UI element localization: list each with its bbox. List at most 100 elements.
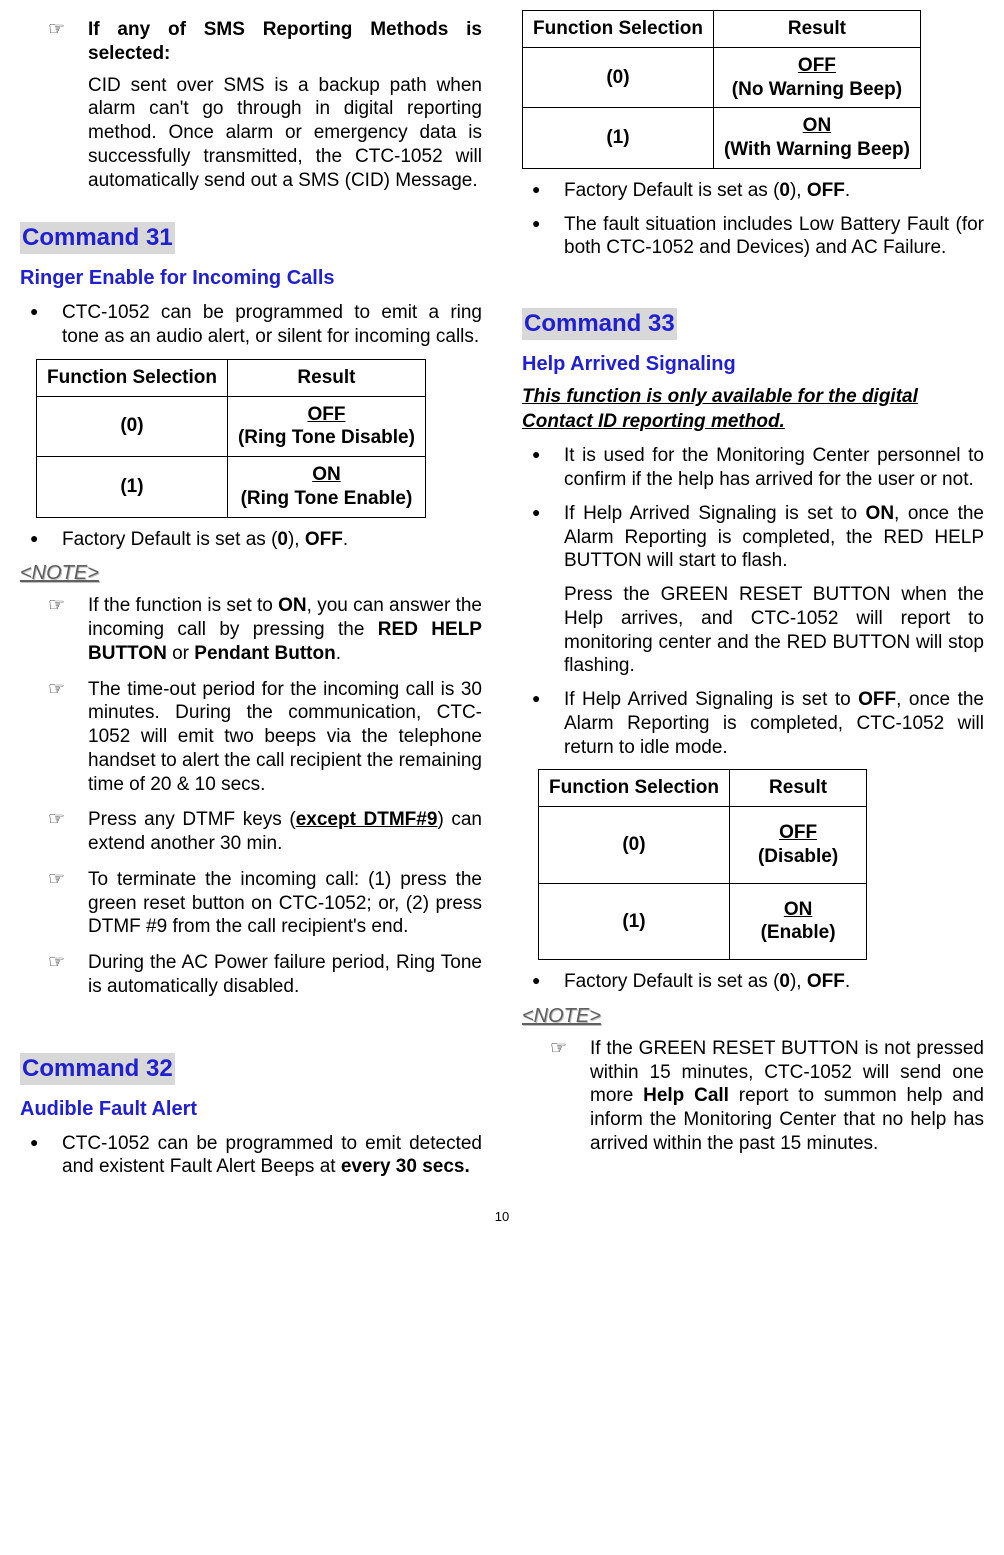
cmd31-note1: ☞ If the function is set to ON, you can … xyxy=(20,594,482,665)
table-cell: (1) xyxy=(37,457,228,518)
cmd31-table: Function Selection Result (0) OFF (Ring … xyxy=(36,359,426,518)
table-cell: ON (Enable) xyxy=(729,883,866,960)
result-sub: (Ring Tone Enable) xyxy=(241,488,413,509)
page-number: 10 xyxy=(20,1209,984,1225)
right-column: Function Selection Result (0) OFF (No Wa… xyxy=(522,10,984,1189)
text: If Help Arrived Signaling is set to xyxy=(564,503,866,524)
result-sub: (No Warning Beep) xyxy=(732,79,902,100)
cmd31-intro-text: CTC-1052 can be programmed to emit a rin… xyxy=(62,302,482,347)
cmd32-table: Function Selection Result (0) OFF (No Wa… xyxy=(522,10,921,169)
pointer-icon: ☞ xyxy=(48,868,65,892)
cmd32-fault: ● The fault situation includes Low Batte… xyxy=(522,213,984,261)
command-33-subheading: Help Arrived Signaling xyxy=(522,352,984,377)
text: To terminate the incoming call: (1) pres… xyxy=(88,869,482,938)
result-sub: (Enable) xyxy=(761,922,836,943)
table-cell: (0) xyxy=(523,47,714,108)
table-cell: (0) xyxy=(37,396,228,457)
cmd31-default: ● Factory Default is set as (0), OFF. xyxy=(20,528,482,552)
pointer-icon: ☞ xyxy=(48,951,65,975)
text: Factory Default is set as ( xyxy=(564,971,779,992)
bullet-icon: ● xyxy=(532,504,540,522)
text: ), xyxy=(288,529,305,550)
left-column: ☞ If any of SMS Reporting Methods is sel… xyxy=(20,10,482,1189)
text: ), xyxy=(790,180,807,201)
text: The time-out period for the incoming cal… xyxy=(88,679,482,795)
bullet-icon: ● xyxy=(532,181,540,199)
table-cell: (1) xyxy=(539,883,730,960)
text: OFF xyxy=(807,180,845,201)
sms-reporting-note: ☞ If any of SMS Reporting Methods is sel… xyxy=(20,18,482,192)
command-32-heading: Command 32 xyxy=(20,1053,175,1085)
table-header: Result xyxy=(227,359,425,396)
text: OFF xyxy=(858,689,896,710)
text: except DTMF#9 xyxy=(296,809,438,830)
result-sub: (Ring Tone Disable) xyxy=(238,427,415,448)
text: every 30 secs. xyxy=(341,1156,470,1177)
pointer-icon: ☞ xyxy=(48,18,65,42)
text: or xyxy=(167,643,194,664)
text: 0 xyxy=(779,180,790,201)
table-cell: OFF (No Warning Beep) xyxy=(713,47,920,108)
note-body: CID sent over SMS is a backup path when … xyxy=(88,74,482,193)
text: ON xyxy=(866,503,895,524)
cmd31-note5: ☞ During the AC Power failure period, Ri… xyxy=(20,951,482,999)
cmd31-note4: ☞ To terminate the incoming call: (1) pr… xyxy=(20,868,482,939)
pointer-icon: ☞ xyxy=(550,1037,567,1061)
cmd32-intro: ● CTC-1052 can be programmed to emit det… xyxy=(20,1132,482,1180)
cmd32-default: ● Factory Default is set as (0), OFF. xyxy=(522,179,984,203)
command-33-heading: Command 33 xyxy=(522,308,677,340)
table-header: Result xyxy=(729,770,866,807)
text: ), xyxy=(790,971,807,992)
note-label: <NOTE> xyxy=(522,1004,984,1029)
text: Pendant Button xyxy=(194,643,335,664)
bullet-icon: ● xyxy=(30,303,38,321)
bullet-icon: ● xyxy=(532,690,540,708)
text: . xyxy=(845,971,850,992)
bullet-icon: ● xyxy=(30,1134,38,1152)
text: Press any DTMF keys ( xyxy=(88,809,296,830)
table-cell: ON (With Warning Beep) xyxy=(713,108,920,169)
text: ON xyxy=(278,595,307,616)
pointer-icon: ☞ xyxy=(48,678,65,702)
result-main: OFF xyxy=(724,54,910,78)
command-31-heading: Command 31 xyxy=(20,222,175,254)
table-cell: (0) xyxy=(539,807,730,884)
command-31-subheading: Ringer Enable for Incoming Calls xyxy=(20,266,482,291)
table-header: Function Selection xyxy=(523,11,714,48)
table-header: Result xyxy=(713,11,920,48)
cmd31-intro: ● CTC-1052 can be programmed to emit a r… xyxy=(20,301,482,349)
result-main: OFF xyxy=(758,821,838,845)
cmd33-b2: ● If Help Arrived Signaling is set to ON… xyxy=(522,502,984,573)
result-main: ON xyxy=(724,114,910,138)
result-sub: (Disable) xyxy=(758,846,838,867)
two-column-layout: ☞ If any of SMS Reporting Methods is sel… xyxy=(20,10,984,1189)
cmd33-table: Function Selection Result (0) OFF (Disab… xyxy=(538,769,867,960)
text: Factory Default is set as ( xyxy=(564,180,779,201)
note-label: <NOTE> xyxy=(20,561,482,586)
text: . xyxy=(343,529,348,550)
text: OFF xyxy=(807,971,845,992)
cmd33-default: ● Factory Default is set as (0), OFF. xyxy=(522,970,984,994)
table-cell: OFF (Disable) xyxy=(729,807,866,884)
cmd33-note: ☞ If the GREEN RESET BUTTON is not press… xyxy=(522,1037,984,1156)
command-32-subheading: Audible Fault Alert xyxy=(20,1097,482,1122)
text: . xyxy=(845,180,850,201)
document-page: ☞ If any of SMS Reporting Methods is sel… xyxy=(0,0,1004,1245)
table-cell: ON (Ring Tone Enable) xyxy=(227,457,425,518)
text: During the AC Power failure period, Ring… xyxy=(88,952,482,997)
bullet-icon: ● xyxy=(532,972,540,990)
bullet-icon: ● xyxy=(532,446,540,464)
result-main: OFF xyxy=(238,403,415,427)
text: Factory Default is set as ( xyxy=(62,529,277,550)
text: . xyxy=(336,643,341,664)
text: Help Call xyxy=(643,1085,729,1106)
cmd33-b2-cont: Press the GREEN RESET BUTTON when the He… xyxy=(522,583,984,678)
text: If the function is set to xyxy=(88,595,278,616)
bullet-icon: ● xyxy=(532,215,540,233)
cmd33-b1: ● It is used for the Monitoring Center p… xyxy=(522,444,984,492)
cmd31-note3: ☞ Press any DTMF keys (except DTMF#9) ca… xyxy=(20,808,482,856)
result-main: ON xyxy=(238,463,415,487)
note-lead: If any of SMS Reporting Methods is selec… xyxy=(88,19,482,64)
pointer-icon: ☞ xyxy=(48,808,65,832)
command-33-availability: This function is only available for the … xyxy=(522,385,984,434)
